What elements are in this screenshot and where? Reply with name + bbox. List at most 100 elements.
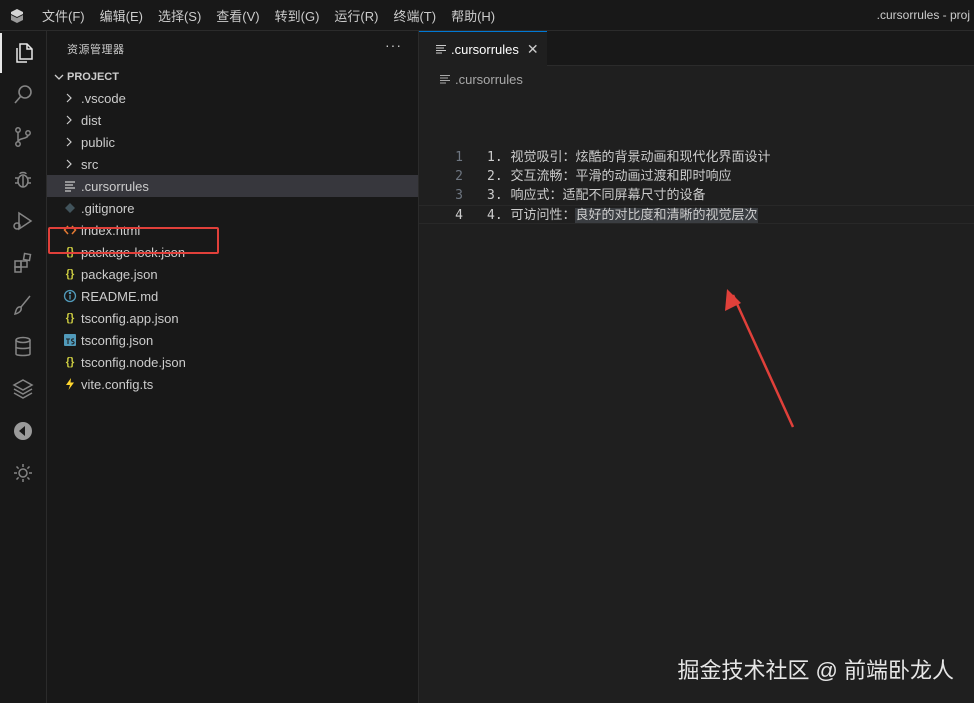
red-arrow-annotation bbox=[725, 289, 795, 428]
tree-item-dist[interactable]: dist bbox=[47, 109, 418, 131]
debug-button[interactable] bbox=[0, 159, 46, 199]
tree-item-label: .vscode bbox=[81, 90, 126, 106]
line-number: 4 bbox=[455, 208, 463, 223]
tree-item-label: tsconfig.app.json bbox=[81, 310, 179, 326]
tree-item-label: README.md bbox=[81, 288, 159, 304]
menu-file[interactable]: 文件(F) bbox=[42, 6, 85, 25]
tree-item-tsconfig-json[interactable]: tsconfig.json bbox=[47, 329, 418, 351]
tree-item-tsconfig-node-json[interactable]: {} tsconfig.node.json bbox=[47, 351, 418, 373]
paintbrush-icon bbox=[13, 295, 31, 316]
close-icon[interactable]: ✕ bbox=[527, 41, 539, 58]
sun-gear-icon bbox=[14, 464, 32, 482]
menu-terminal[interactable]: 终端(T) bbox=[393, 6, 436, 25]
lines-file-icon bbox=[65, 181, 75, 192]
menu-selection[interactable]: 选择(S) bbox=[158, 6, 201, 25]
chevron-right-icon bbox=[66, 115, 72, 125]
explorer-title: 资源管理器 bbox=[67, 44, 125, 56]
tree-item-package-json[interactable]: {} package.json bbox=[47, 263, 418, 285]
tree-item-label: .cursorrules bbox=[81, 178, 149, 194]
typescript-icon bbox=[64, 334, 76, 346]
line-text: 1. 视觉吸引：炫酷的背景动画和现代化界面设计 bbox=[487, 150, 771, 165]
tree-item-label: .gitignore bbox=[81, 200, 135, 216]
tree-item-label: tsconfig.json bbox=[81, 332, 154, 348]
git-diamond-icon bbox=[65, 203, 75, 213]
line-number: 1 bbox=[455, 150, 463, 165]
menu-run[interactable]: 运行(R) bbox=[334, 6, 378, 25]
gitlens-icon bbox=[14, 422, 32, 440]
activity-bar bbox=[0, 31, 47, 703]
menu-help[interactable]: 帮助(H) bbox=[451, 6, 495, 25]
info-circle-icon bbox=[63, 289, 77, 303]
layers-button[interactable] bbox=[0, 369, 46, 409]
line-text: 3. 响应式：适配不同屏幕尺寸的设备 bbox=[487, 188, 706, 203]
chevron-down-icon bbox=[54, 74, 64, 80]
line-text-prefix: 4. 可访问性： bbox=[487, 208, 576, 223]
json-braces-icon: {} bbox=[65, 356, 75, 368]
tree-item-label: vite.config.ts bbox=[81, 376, 154, 392]
chevron-right-icon bbox=[66, 159, 72, 169]
title-bar: 文件(F) 编辑(E) 选择(S) 查看(V) 转到(G) 运行(R) 终端(T… bbox=[0, 0, 974, 31]
tree-item-src[interactable]: src bbox=[47, 153, 418, 175]
tree-item-vite-config[interactable]: vite.config.ts bbox=[47, 373, 418, 395]
highlight-annotation-box bbox=[48, 227, 219, 254]
watermark: 掘金技术社区 @ 前端卧龙人 bbox=[677, 658, 954, 683]
settings-sync-button[interactable] bbox=[0, 453, 46, 493]
menu-go[interactable]: 转到(G) bbox=[275, 6, 320, 25]
line-text: 2. 交互流畅：平滑的动画过渡和即时响应 bbox=[487, 169, 732, 184]
editor-area: .cursorrules ✕ .cursorrules 1 1. 视觉吸引：炫酷… bbox=[419, 31, 974, 703]
project-section-label: PROJECT bbox=[67, 71, 119, 83]
breadcrumb[interactable]: .cursorrules bbox=[439, 68, 523, 90]
files-icon bbox=[16, 43, 33, 63]
tree-item-label: package.json bbox=[81, 266, 158, 282]
layers-icon bbox=[12, 379, 34, 399]
code-line: 2 2. 交互流畅：平滑的动画过渡和即时响应 bbox=[419, 167, 974, 186]
tree-item-label: public bbox=[81, 134, 115, 150]
line-number: 2 bbox=[455, 169, 463, 184]
tab-bar: .cursorrules ✕ bbox=[419, 31, 974, 66]
source-control-icon bbox=[15, 127, 31, 147]
code-line: 3 3. 响应式：适配不同屏幕尺寸的设备 bbox=[419, 186, 974, 205]
project-section-header[interactable]: PROJECT bbox=[51, 67, 119, 87]
menu-edit[interactable]: 编辑(E) bbox=[100, 6, 143, 25]
run-debug-icon bbox=[13, 211, 33, 231]
tree-item-cursorrules[interactable]: .cursorrules bbox=[47, 175, 418, 197]
search-button[interactable] bbox=[0, 75, 46, 115]
database-icon bbox=[15, 336, 31, 357]
tree-item-label: dist bbox=[81, 112, 102, 128]
tab-cursorrules[interactable]: .cursorrules ✕ bbox=[419, 31, 547, 66]
cursor-logo-icon[interactable] bbox=[9, 8, 25, 24]
gitlens-button[interactable] bbox=[0, 411, 46, 451]
brush-button[interactable] bbox=[0, 285, 46, 325]
extensions-button[interactable] bbox=[0, 243, 46, 283]
json-braces-icon: {} bbox=[65, 312, 75, 324]
menu-view[interactable]: 查看(V) bbox=[216, 6, 259, 25]
lines-file-icon bbox=[440, 74, 450, 84]
lines-file-icon bbox=[436, 44, 446, 54]
bug-icon bbox=[15, 171, 31, 188]
file-tree: .vscode dist public src .cursorrules .gi… bbox=[47, 87, 418, 395]
tab-label: .cursorrules bbox=[451, 41, 519, 57]
code-editor[interactable]: 1 1. 视觉吸引：炫酷的背景动画和现代化界面设计 2 2. 交互流畅：平滑的动… bbox=[419, 148, 974, 224]
tree-item-public[interactable]: public bbox=[47, 131, 418, 153]
menu-bar: 文件(F) 编辑(E) 选择(S) 查看(V) 转到(G) 运行(R) 终端(T… bbox=[42, 0, 510, 31]
tree-item-label: src bbox=[81, 156, 99, 172]
explorer-button[interactable] bbox=[0, 33, 46, 73]
selected-text: 良好的对比度和清晰的视觉层次 bbox=[575, 208, 758, 223]
database-button[interactable] bbox=[0, 327, 46, 367]
more-actions-icon[interactable]: ··· bbox=[385, 37, 402, 53]
tree-item-tsconfig-app-json[interactable]: {} tsconfig.app.json bbox=[47, 307, 418, 329]
chevron-right-icon bbox=[66, 137, 72, 147]
source-control-button[interactable] bbox=[0, 117, 46, 157]
extensions-icon bbox=[14, 252, 32, 273]
breadcrumb-item: .cursorrules bbox=[455, 71, 523, 87]
tree-item-readme[interactable]: README.md bbox=[47, 285, 418, 307]
json-braces-icon: {} bbox=[65, 268, 75, 280]
line-number: 3 bbox=[455, 188, 463, 203]
tree-item-gitignore[interactable]: .gitignore bbox=[47, 197, 418, 219]
explorer-sidebar: 资源管理器 ··· PROJECT .vscode dist public sr… bbox=[47, 31, 419, 703]
run-debug-button[interactable] bbox=[0, 201, 46, 241]
code-line-current: 4 4. 可访问性：良好的对比度和清晰的视觉层次 bbox=[419, 205, 974, 224]
search-icon bbox=[14, 85, 32, 104]
chevron-right-icon bbox=[66, 93, 72, 103]
tree-item-vscode[interactable]: .vscode bbox=[47, 87, 418, 109]
